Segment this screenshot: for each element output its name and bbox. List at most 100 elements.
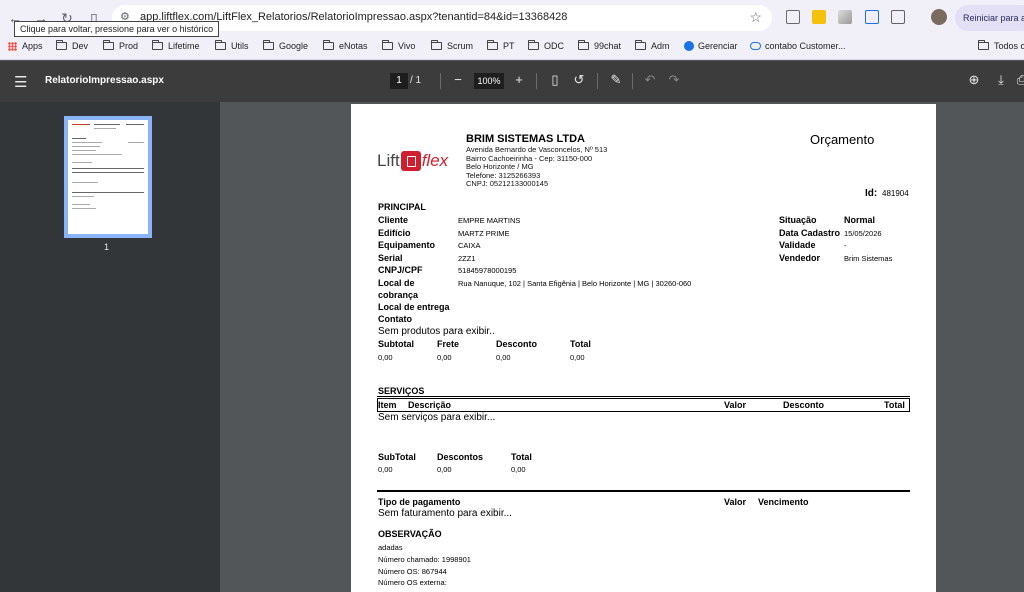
folder-icon bbox=[103, 40, 114, 50]
situacao-value: Normal bbox=[844, 215, 876, 225]
zoom-level-input[interactable]: 100% bbox=[474, 73, 504, 89]
vendedor-label: Vendedor bbox=[779, 253, 821, 263]
thumb-line bbox=[126, 124, 144, 125]
bookmark-odc[interactable]: ODC bbox=[528, 40, 564, 51]
folder-icon bbox=[487, 40, 498, 50]
produtos-subtotal-value: 0,00 bbox=[378, 353, 393, 362]
bookmark-scrum[interactable]: Scrum bbox=[431, 40, 473, 51]
servicos-subtotal-value: 0,00 bbox=[378, 465, 393, 474]
annotate-pen-icon[interactable]: ✎ bbox=[608, 72, 624, 88]
page-thumbnail[interactable] bbox=[64, 116, 152, 238]
cast-extension-icon[interactable] bbox=[865, 10, 879, 24]
bookmark-google[interactable]: Google bbox=[263, 40, 308, 51]
bookmark-pt[interactable]: PT bbox=[487, 40, 515, 51]
thumb-line bbox=[72, 208, 96, 209]
folder-icon bbox=[323, 40, 334, 50]
local-cobranca-value: Rua Nanuque, 102 | Santa Efigênia | Belo… bbox=[458, 279, 692, 288]
thumb-line bbox=[72, 168, 144, 169]
cloud-icon bbox=[750, 42, 761, 50]
servicos-total-label: Total bbox=[511, 452, 532, 462]
bookmark-prod[interactable]: Prod bbox=[103, 40, 138, 51]
extensions-puzzle-icon[interactable] bbox=[891, 10, 905, 24]
observacao-line: adadas bbox=[378, 543, 403, 552]
thumb-line bbox=[72, 138, 86, 139]
logo-lock-icon bbox=[400, 151, 421, 171]
produtos-frete-label: Frete bbox=[437, 339, 460, 349]
keep-extension-icon[interactable] bbox=[812, 10, 826, 24]
servicos-divider bbox=[377, 396, 910, 397]
toolbar-divider bbox=[597, 73, 598, 89]
numero-os-externa: Número OS externa: bbox=[378, 578, 447, 587]
back-tooltip: Clique para voltar, pressione para ver o… bbox=[14, 21, 220, 37]
bookmark-lifetime[interactable]: Lifetime bbox=[152, 40, 200, 51]
bookmark-contabo[interactable]: contabo Customer... bbox=[750, 41, 846, 51]
bookmark-vivo[interactable]: Vivo bbox=[382, 40, 415, 51]
zoom-out-icon[interactable]: − bbox=[450, 72, 466, 87]
bookmark-99chat[interactable]: 99chat bbox=[578, 40, 621, 51]
col-descricao: Descrição bbox=[408, 400, 452, 410]
redo-icon[interactable]: ↷ bbox=[666, 72, 682, 88]
bookmark-dev[interactable]: Dev bbox=[56, 40, 88, 51]
profile-avatar[interactable] bbox=[931, 9, 947, 25]
edificio-value: MARTZ PRIME bbox=[458, 229, 510, 238]
bookmark-apps[interactable]: Apps bbox=[8, 41, 43, 51]
document-title: RelatorioImpressao.aspx bbox=[45, 75, 164, 86]
servicos-empty-message: Sem serviços para exibir... bbox=[378, 412, 496, 423]
thumb-line bbox=[72, 162, 92, 163]
bookmark-all[interactable]: Todos os bbox=[978, 40, 1024, 51]
vendedor-value: Brim Sistemas bbox=[844, 254, 893, 263]
validade-label: Validade bbox=[779, 240, 816, 250]
toolbar-divider bbox=[632, 73, 633, 89]
camera-extension-icon[interactable] bbox=[786, 10, 800, 24]
produtos-total-label: Total bbox=[570, 339, 591, 349]
apps-grid-icon bbox=[8, 41, 17, 51]
undo-icon[interactable]: ↶ bbox=[642, 72, 658, 88]
toolbar-divider bbox=[536, 73, 537, 89]
data-cadastro-label: Data Cadastro bbox=[779, 228, 841, 238]
thumb-line bbox=[72, 196, 94, 197]
thumb-line bbox=[94, 124, 120, 125]
contato-label: Contato bbox=[378, 314, 412, 324]
fit-page-icon[interactable]: ▯ bbox=[547, 72, 563, 88]
cliente-value: EMPRE MARTINS bbox=[458, 216, 521, 225]
serial-label: Serial bbox=[378, 253, 403, 263]
thumb-line bbox=[72, 146, 100, 147]
col-total: Total bbox=[884, 400, 905, 410]
folder-icon bbox=[56, 40, 67, 50]
local-cobranca-label-2: cobrança bbox=[378, 290, 419, 300]
toolbar-divider bbox=[440, 73, 441, 89]
print-icon[interactable]: ⎙ bbox=[1014, 72, 1024, 88]
pagamento-empty-message: Sem faturamento para exibir... bbox=[378, 508, 512, 519]
col-item: Item bbox=[378, 400, 397, 410]
restart-button[interactable]: Reiniciar para at bbox=[955, 5, 1024, 31]
thumb-line bbox=[72, 150, 96, 151]
thumb-line bbox=[72, 192, 144, 193]
extension-icon[interactable] bbox=[838, 10, 852, 24]
observacao-heading: OBSERVAÇÃO bbox=[378, 529, 442, 539]
bookmark-star-icon[interactable]: ☆ bbox=[749, 9, 762, 26]
cnpj-value: 51845978000195 bbox=[458, 266, 517, 275]
bookmark-gerenciar[interactable]: Gerenciar bbox=[684, 41, 738, 51]
hamburger-menu-icon[interactable]: ☰ bbox=[14, 73, 27, 91]
folder-icon bbox=[215, 40, 226, 50]
col-desconto: Desconto bbox=[783, 400, 825, 410]
bookmark-utils[interactable]: Utils bbox=[215, 40, 249, 51]
principal-heading: PRINCIPAL bbox=[378, 202, 426, 212]
folder-icon bbox=[578, 40, 589, 50]
save-drive-icon[interactable]: ⊕ bbox=[966, 72, 982, 88]
page-number-input[interactable]: 1 bbox=[390, 73, 408, 89]
bookmark-adm[interactable]: Adm bbox=[635, 40, 670, 51]
bookmark-enotas[interactable]: eNotas bbox=[323, 40, 368, 51]
serial-value: 2ZZ1 bbox=[458, 254, 476, 263]
rotate-icon[interactable]: ↺ bbox=[571, 72, 587, 88]
liftflex-logo: Lift flex bbox=[377, 151, 449, 171]
pagamento-vencimento-label: Vencimento bbox=[758, 497, 809, 507]
servicos-total-value: 0,00 bbox=[511, 465, 526, 474]
folder-icon bbox=[978, 40, 989, 50]
numero-chamado: Número chamado: 1998901 bbox=[378, 555, 471, 564]
pagamento-valor-label: Valor bbox=[724, 497, 747, 507]
folder-icon bbox=[263, 40, 274, 50]
download-icon[interactable]: ⤓ bbox=[993, 72, 1009, 88]
zoom-in-icon[interactable]: + bbox=[511, 72, 527, 87]
folder-icon bbox=[431, 40, 442, 50]
